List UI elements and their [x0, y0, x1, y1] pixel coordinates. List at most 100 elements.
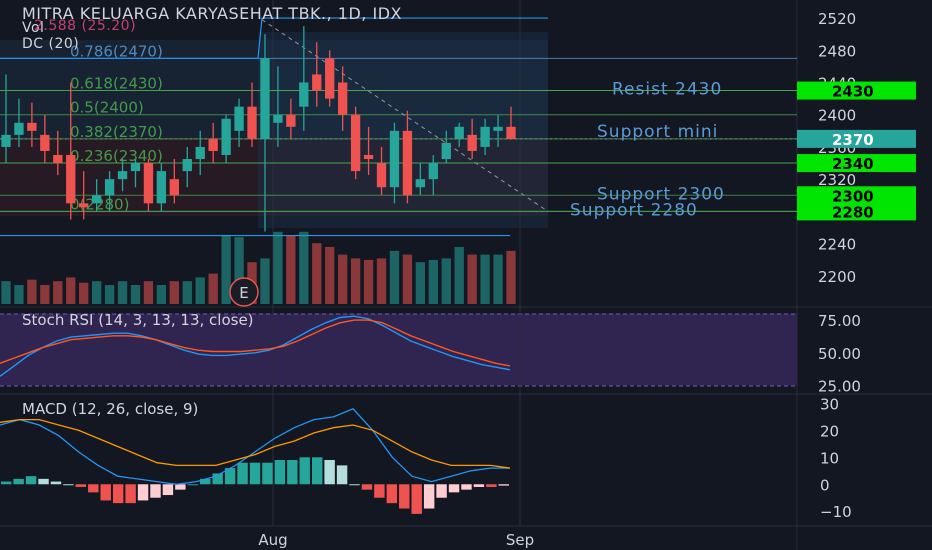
macd-hist-bar — [374, 484, 385, 498]
volume-bar — [454, 247, 464, 304]
macd-tick: 10 — [820, 449, 839, 467]
volume-bar — [428, 259, 438, 304]
candle-body — [195, 146, 205, 160]
candle-body — [156, 171, 167, 204]
level-label: Resist 2430 — [612, 80, 722, 100]
volume-bar — [195, 277, 205, 304]
volume-bar — [27, 279, 37, 304]
macd-hist-bar — [75, 484, 87, 487]
macd-hist-bar — [287, 460, 298, 485]
macd-hist-bar — [448, 484, 460, 493]
candle-body — [402, 130, 413, 196]
volume-bar — [402, 254, 413, 304]
volume-bar — [286, 235, 296, 304]
price-tag: 2430 — [797, 81, 916, 101]
volume-bar — [79, 282, 89, 304]
macd-hist-bar — [324, 460, 335, 485]
volume-bar — [130, 285, 141, 304]
level-label: Support 2280 — [570, 200, 698, 220]
candle-body — [506, 126, 516, 139]
volume-bar — [389, 250, 400, 304]
volume-bar — [363, 259, 374, 304]
volume-bar — [299, 231, 309, 304]
candle-body — [493, 126, 503, 131]
volume-bar — [143, 281, 154, 304]
candle-body — [454, 126, 464, 139]
volume-bar — [441, 258, 451, 304]
volume-bar — [260, 258, 270, 304]
candle-body — [27, 122, 37, 131]
stoch-tick: 75.00 — [818, 312, 861, 330]
macd-hist-bar — [137, 484, 149, 501]
macd-hist-bar — [411, 484, 422, 514]
macd-hist-bar — [1, 481, 12, 485]
macd-hist-bar — [150, 484, 161, 498]
donchian-fill — [258, 32, 548, 228]
price-tag-text: 2340 — [832, 155, 874, 173]
macd-tick: 20 — [820, 422, 839, 440]
time-tick: Aug — [258, 531, 287, 549]
volume-bar — [312, 243, 322, 304]
volume-bar — [53, 281, 63, 304]
volume-bar — [480, 254, 490, 304]
volume-value-overlay: 2.588 (25.20) — [34, 18, 137, 34]
candle-body — [428, 163, 438, 180]
macd-hist-bar — [162, 484, 174, 496]
stoch-rsi-title[interactable]: Stoch RSI (14, 3, 13, 13, close) — [22, 311, 254, 329]
price-tick: 2200 — [818, 268, 856, 286]
macd-hist-bar — [461, 484, 472, 490]
macd-hist-bar — [249, 462, 261, 485]
macd-hist-bar — [125, 484, 136, 504]
candle-body — [79, 203, 89, 208]
candle-body — [260, 58, 270, 139]
macd-hist-bar — [361, 484, 373, 490]
earnings-marker-label: E — [239, 284, 248, 302]
volume-bar — [66, 277, 76, 304]
volume-bar — [40, 285, 50, 304]
fib-label: 0.5(2400) — [70, 99, 144, 117]
candle-body — [467, 134, 477, 151]
price-tag: 2370 — [797, 129, 916, 149]
volume-bar — [493, 254, 503, 304]
macd-hist-bar — [423, 484, 435, 509]
candle-body — [104, 179, 115, 196]
macd-hist-bar — [399, 484, 410, 509]
macd-hist-bar — [175, 484, 186, 490]
time-tick: Sep — [506, 531, 534, 549]
candle-body — [221, 118, 231, 155]
macd-hist-bar — [274, 460, 286, 485]
macd-title[interactable]: MACD (12, 26, close, 9) — [22, 400, 198, 418]
macd-hist-bar — [299, 457, 310, 485]
macd-hist-bar — [112, 484, 124, 504]
stoch-tick: 50.00 — [818, 345, 861, 363]
price-tag-text: 2280 — [832, 203, 874, 221]
volume-bar — [208, 273, 218, 304]
volume-bar — [376, 258, 387, 304]
macd-hist-bar — [13, 478, 24, 485]
volume-bar — [350, 258, 361, 304]
price-tag-text: 2430 — [832, 83, 874, 101]
macd-hist-bar — [187, 484, 199, 486]
macd-hist-bar — [100, 484, 111, 501]
macd-hist-bar — [38, 478, 49, 485]
candle-body — [363, 155, 374, 160]
volume-bar — [156, 285, 167, 304]
candle-body — [376, 163, 387, 188]
volume-bar — [415, 262, 426, 304]
macd-hist-bar — [63, 484, 74, 486]
price-tag-text: 2370 — [832, 131, 874, 149]
volume-bar — [506, 250, 516, 304]
candle-body — [338, 82, 348, 115]
price-tick: 2520 — [818, 10, 856, 28]
candle-body — [234, 106, 244, 131]
candle-body — [14, 122, 24, 135]
candle-body — [389, 130, 400, 188]
candle-body — [117, 171, 128, 180]
volume-bar — [1, 281, 11, 304]
candle-body — [130, 163, 141, 172]
volume-bar — [117, 281, 128, 304]
volume-bar — [14, 285, 24, 304]
candle-body — [312, 74, 322, 91]
volume-bar — [338, 254, 348, 304]
donchian-label[interactable]: DC (20) — [22, 36, 79, 52]
